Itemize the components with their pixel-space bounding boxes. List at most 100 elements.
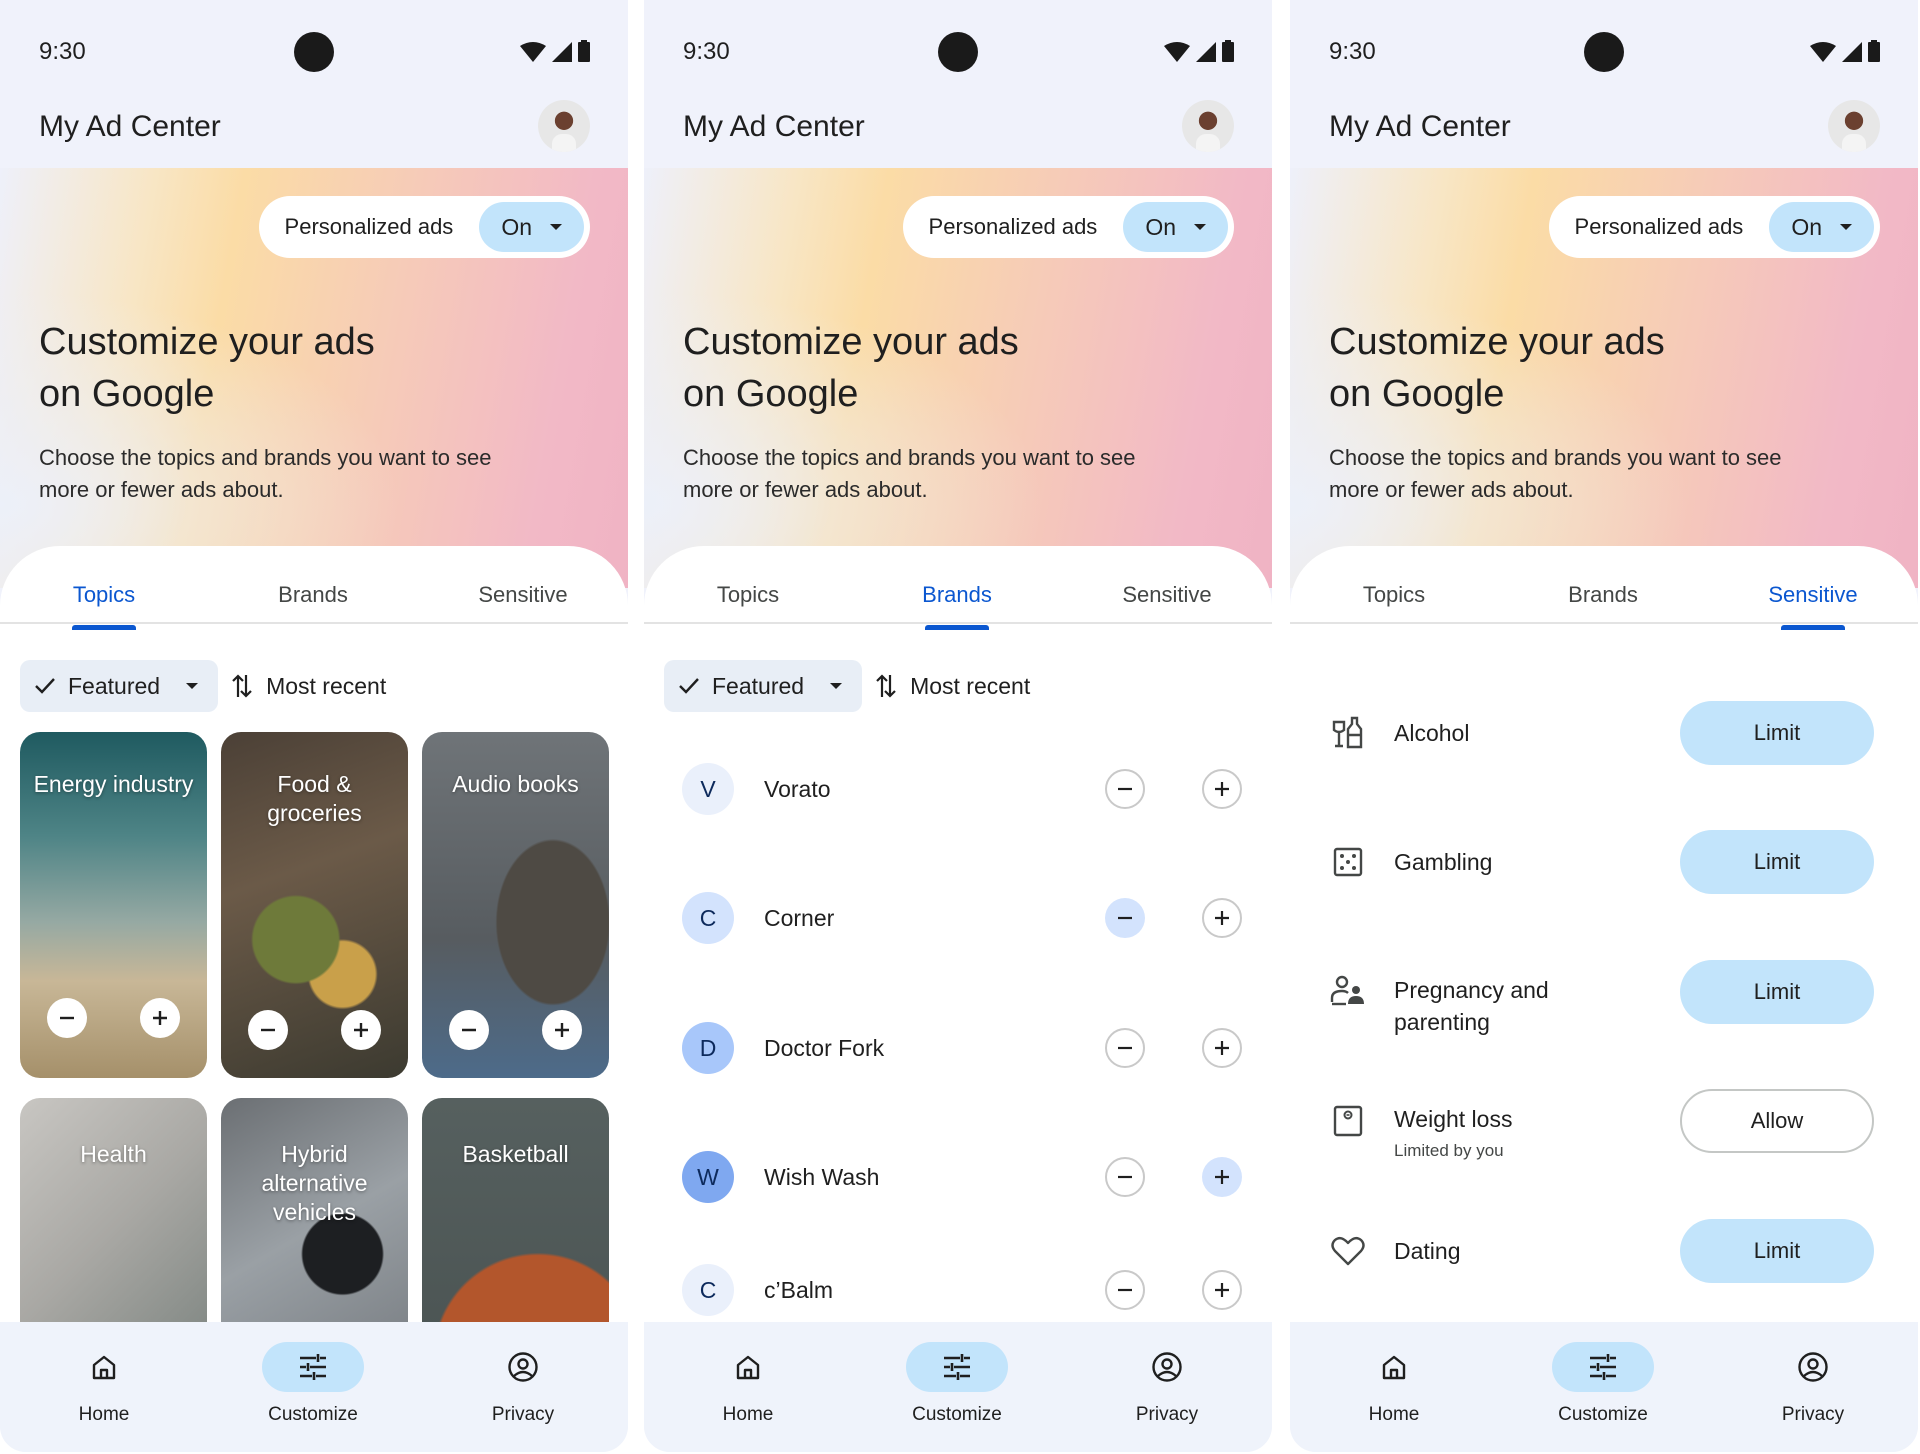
personalized-ads-dropdown[interactable]: On (1123, 202, 1228, 252)
fewer-ads-button[interactable] (248, 1010, 288, 1050)
more-ads-button[interactable] (1202, 1270, 1242, 1310)
hero-description: Choose the topics and brands you want to… (39, 445, 492, 502)
tab-topics[interactable]: Topics (668, 582, 828, 608)
limit-button[interactable]: Limit (1680, 960, 1874, 1024)
sort-most-recent-button[interactable]: Most recent (876, 660, 1030, 712)
hero-heading-line: on Google (39, 373, 215, 415)
hero-heading-line: on Google (683, 373, 859, 415)
wifi-icon (1164, 42, 1190, 62)
sensitive-row: Pregnancy and parenting Limit (1330, 960, 1874, 1035)
brand-monogram: C (682, 1264, 734, 1316)
nav-customize-label: Customize (1558, 1404, 1648, 1425)
allow-button[interactable]: Allow (1680, 1089, 1874, 1153)
nav-home-label: Home (722, 1404, 774, 1425)
topic-card[interactable]: Energy industry (20, 732, 207, 1078)
nav-home[interactable]: Home (1334, 1342, 1454, 1426)
topic-card[interactable]: Hybrid alternative vehicles (221, 1098, 408, 1322)
tab-brands[interactable]: Brands (877, 582, 1037, 630)
nav-home[interactable]: Home (44, 1342, 164, 1426)
topic-grid: Energy industry Food & groceries Audio b… (20, 732, 609, 1322)
sensitive-name: Weight loss (1394, 1106, 1513, 1132)
nav-customize[interactable]: Customize (897, 1342, 1017, 1426)
status-time: 9:30 (1329, 38, 1376, 65)
filter-row: Featured Most recent (20, 660, 628, 712)
tab-sensitive[interactable]: Sensitive (1733, 582, 1893, 630)
minus-icon (1118, 1046, 1132, 1050)
topic-name: Energy industry (33, 771, 194, 797)
brand-row: W Wish Wash (682, 1147, 1242, 1207)
phone-screen-brands: 9:30 My Ad Center Personalized ads On Cu… (644, 0, 1272, 1452)
home-icon (736, 1355, 760, 1380)
account-avatar[interactable] (538, 100, 590, 152)
hero-heading-line: Customize your ads (39, 321, 375, 363)
tab-topics[interactable]: Topics (24, 582, 184, 630)
tab-brands[interactable]: Brands (1523, 582, 1683, 608)
featured-filter-chip[interactable]: Featured (20, 660, 219, 712)
fewer-ads-button[interactable] (1105, 1157, 1145, 1197)
topic-card[interactable]: Basketball (422, 1098, 609, 1322)
status-time: 9:30 (39, 38, 86, 65)
nav-privacy[interactable]: Privacy (1753, 1342, 1873, 1426)
plus-icon (1215, 1041, 1229, 1055)
limit-button[interactable]: Limit (1680, 830, 1874, 894)
tune-icon (944, 1354, 970, 1380)
more-ads-button[interactable] (542, 1010, 582, 1050)
nav-privacy-label: Privacy (491, 1404, 555, 1425)
nav-home-label: Home (78, 1404, 130, 1425)
status-time: 9:30 (683, 38, 730, 65)
more-ads-button[interactable] (1202, 898, 1242, 938)
brand-name: Corner (764, 904, 835, 931)
home-icon (92, 1355, 116, 1380)
nav-privacy[interactable]: Privacy (463, 1342, 583, 1426)
account-avatar[interactable] (1182, 100, 1234, 152)
sort-most-recent-button[interactable]: Most recent (232, 660, 386, 712)
battery-icon (578, 40, 590, 62)
fewer-ads-button[interactable] (1105, 769, 1145, 809)
more-ads-button[interactable] (140, 998, 180, 1038)
nav-home-label: Home (1368, 1404, 1420, 1425)
fewer-ads-button[interactable] (1105, 1028, 1145, 1068)
limit-button[interactable]: Limit (1680, 701, 1874, 765)
sort-label: Most recent (910, 672, 1031, 699)
app-bar: My Ad Center (644, 100, 1272, 168)
personalized-ads-label: Personalized ads (928, 214, 1098, 239)
more-ads-button[interactable] (341, 1010, 381, 1050)
account-avatar[interactable] (1828, 100, 1880, 152)
brand-name: Doctor Fork (764, 1034, 885, 1061)
limit-button[interactable]: Limit (1680, 1219, 1874, 1283)
more-ads-button[interactable] (1202, 1028, 1242, 1068)
tab-topics[interactable]: Topics (1314, 582, 1474, 608)
topic-card[interactable]: Food & groceries (221, 732, 408, 1078)
app-bar: My Ad Center (1290, 100, 1918, 168)
brand-row: V Vorato (682, 759, 1242, 819)
topic-card[interactable]: Health (20, 1098, 207, 1322)
fewer-ads-button[interactable] (47, 998, 87, 1038)
fewer-ads-button[interactable] (1105, 1270, 1145, 1310)
personalized-ads-dropdown[interactable]: On (479, 202, 584, 252)
nav-home[interactable]: Home (688, 1342, 808, 1426)
more-ads-button[interactable] (1202, 1157, 1242, 1197)
topic-card[interactable]: Audio books (422, 732, 609, 1078)
tab-sensitive[interactable]: Sensitive (443, 582, 603, 608)
minus-icon (60, 1016, 74, 1020)
sort-icon (232, 674, 252, 698)
fewer-ads-button[interactable] (449, 1010, 489, 1050)
dropdown-caret-icon (1194, 224, 1206, 230)
sensitive-status: Limited by you (1394, 1141, 1504, 1160)
tab-brands[interactable]: Brands (233, 582, 393, 608)
featured-filter-chip[interactable]: Featured (664, 660, 863, 712)
nav-customize[interactable]: Customize (1543, 1342, 1663, 1426)
sort-label: Most recent (266, 672, 387, 699)
app-title: My Ad Center (39, 110, 221, 143)
cellular-signal-icon (1842, 42, 1862, 62)
personalized-ads-dropdown[interactable]: On (1769, 202, 1874, 252)
tab-sensitive[interactable]: Sensitive (1087, 582, 1247, 608)
camera-cutout (1584, 32, 1624, 72)
dice-icon (1333, 847, 1363, 877)
minus-icon (1118, 1288, 1132, 1292)
dropdown-caret-icon (186, 683, 199, 689)
nav-customize[interactable]: Customize (253, 1342, 373, 1426)
fewer-ads-button[interactable] (1105, 898, 1145, 938)
nav-privacy[interactable]: Privacy (1107, 1342, 1227, 1426)
more-ads-button[interactable] (1202, 769, 1242, 809)
